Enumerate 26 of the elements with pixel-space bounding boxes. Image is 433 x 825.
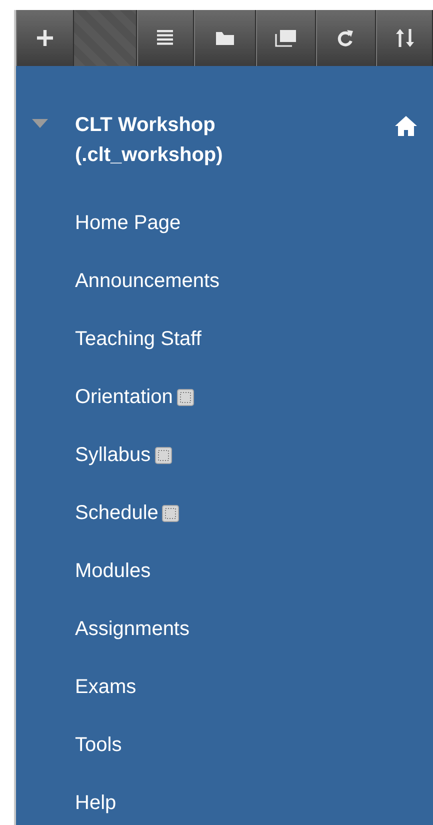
menu-item[interactable]: Orientation xyxy=(75,368,194,426)
hidden-status-icon xyxy=(154,446,172,464)
triangle-icon xyxy=(32,118,48,128)
menu-item[interactable]: Announcements xyxy=(75,252,220,310)
menu-item[interactable]: Syllabus xyxy=(75,426,172,484)
menu-item[interactable]: Home Page xyxy=(75,194,181,252)
hidden-status-icon xyxy=(176,388,194,406)
menu-item[interactable]: Help xyxy=(75,774,116,825)
course-title: CLT Workshop xyxy=(75,113,216,138)
folder-icon xyxy=(214,30,235,46)
add-icon xyxy=(36,29,54,47)
menu-item[interactable]: Modules xyxy=(75,542,151,600)
toolbar-spacer xyxy=(74,10,137,66)
menu-item[interactable]: Exams xyxy=(75,658,136,716)
menu-item[interactable]: Schedule xyxy=(75,484,180,542)
hidden-status-icon xyxy=(162,504,180,522)
course-code: (.clt_workshop) xyxy=(75,143,224,168)
sort-icon xyxy=(394,28,415,48)
windows-icon xyxy=(275,29,298,47)
collapse-toggle[interactable] xyxy=(30,116,50,130)
refresh-icon xyxy=(337,28,356,48)
home-icon[interactable] xyxy=(395,116,417,136)
menu-item[interactable]: Tools xyxy=(75,716,122,774)
list-icon xyxy=(156,29,174,47)
menu-item[interactable]: Assignments xyxy=(75,600,190,658)
menu-item[interactable]: Teaching Staff xyxy=(75,310,202,368)
